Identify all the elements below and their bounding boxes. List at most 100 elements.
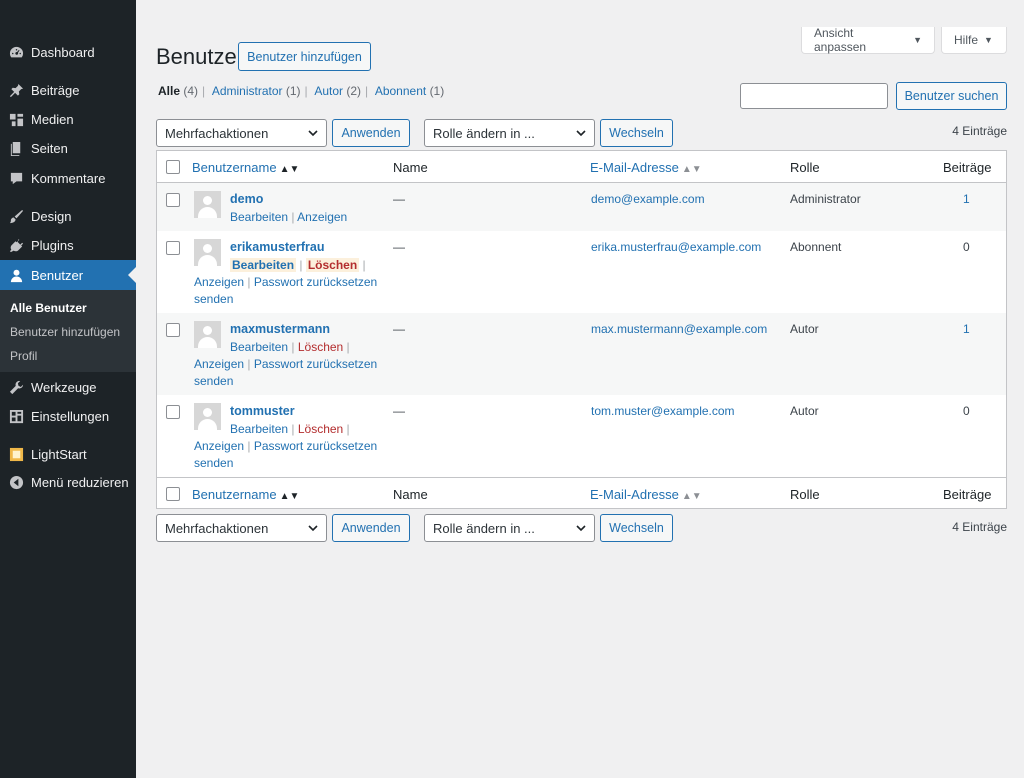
sidebar-item-media[interactable]: Medien bbox=[0, 104, 136, 134]
reset-password-link-send[interactable]: senden bbox=[194, 374, 233, 388]
username-link[interactable]: tommuster bbox=[230, 404, 295, 418]
sidebar-item-plugins[interactable]: Plugins bbox=[0, 230, 136, 260]
edit-link[interactable]: Bearbeiten bbox=[230, 210, 288, 224]
screen-options-button[interactable]: Ansicht anpassen ▼ bbox=[801, 26, 935, 54]
sidebar-item-label: Kommentare bbox=[31, 170, 106, 186]
chevron-down-icon bbox=[576, 525, 586, 532]
bulk-action-select-top[interactable]: Mehrfachaktionen bbox=[156, 119, 327, 147]
chevron-down-icon bbox=[308, 130, 318, 137]
select-all-checkbox[interactable] bbox=[166, 160, 180, 174]
brush-icon bbox=[8, 208, 24, 224]
name-cell: — bbox=[393, 404, 405, 418]
row-checkbox[interactable] bbox=[166, 193, 180, 207]
filter-author[interactable]: Autor (2) bbox=[314, 84, 361, 98]
reset-password-link[interactable]: Passwort zurücksetzen bbox=[254, 357, 377, 371]
column-footer-posts: Beiträge bbox=[943, 487, 992, 502]
item-count-bottom: 4 Einträge bbox=[952, 520, 1007, 534]
submenu-item-add-user[interactable]: Benutzer hinzufügen bbox=[0, 320, 136, 344]
submenu-item-profile[interactable]: Profil bbox=[0, 344, 136, 368]
row-actions: Bearbeiten | Löschen | Anzeigen | Passwo… bbox=[194, 340, 378, 388]
plug-icon bbox=[8, 237, 24, 253]
page-title: Benutzer bbox=[156, 44, 245, 69]
sidebar-collapse-button[interactable]: Menü reduzieren bbox=[0, 467, 136, 497]
search-users-button[interactable]: Benutzer suchen bbox=[896, 82, 1007, 110]
change-role-button-bottom[interactable]: Wechseln bbox=[600, 514, 673, 542]
role-cell: Administrator bbox=[790, 192, 861, 206]
edit-link[interactable]: Bearbeiten bbox=[230, 258, 297, 272]
sidebar-item-label: Medien bbox=[31, 111, 74, 127]
sidebar-item-posts[interactable]: Beiträge bbox=[0, 75, 136, 105]
sidebar-item-pages[interactable]: Seiten bbox=[0, 133, 136, 163]
submenu-item-all-users[interactable]: Alle Benutzer bbox=[0, 296, 136, 320]
row-checkbox[interactable] bbox=[166, 241, 180, 255]
delete-link[interactable]: Löschen bbox=[305, 258, 360, 272]
select-value: Rolle ändern in ... bbox=[433, 125, 535, 141]
sidebar-item-label: Werkzeuge bbox=[31, 379, 97, 395]
row-checkbox[interactable] bbox=[166, 405, 180, 419]
sidebar-item-settings[interactable]: Einstellungen bbox=[0, 401, 136, 431]
reset-password-link-send[interactable]: senden bbox=[194, 292, 233, 306]
email-link[interactable]: max.mustermann@example.com bbox=[591, 322, 767, 336]
sort-icon: ▲▼ bbox=[681, 491, 702, 502]
sidebar-item-lightstart[interactable]: LightStart bbox=[0, 439, 136, 469]
add-user-button[interactable]: Benutzer hinzufügen bbox=[238, 42, 371, 71]
sidebar-item-design[interactable]: Design bbox=[0, 201, 136, 231]
view-link[interactable]: Anzeigen bbox=[194, 439, 244, 453]
sidebar-item-label: Beiträge bbox=[31, 82, 80, 98]
filter-subscriber[interactable]: Abonnent (1) bbox=[375, 84, 444, 98]
select-all-checkbox-footer[interactable] bbox=[166, 487, 180, 501]
filter-all[interactable]: Alle (4) bbox=[158, 84, 198, 98]
email-link[interactable]: demo@example.com bbox=[591, 192, 705, 206]
apply-button-top[interactable]: Anwenden bbox=[332, 119, 410, 147]
table-row: tommuster Bearbeiten | Löschen | Anzeige… bbox=[157, 395, 1006, 477]
help-button[interactable]: Hilfe ▼ bbox=[941, 27, 1007, 54]
column-header-username[interactable]: Benutzername ▲▼ bbox=[192, 160, 299, 175]
view-link[interactable]: Anzeigen bbox=[297, 210, 347, 224]
email-link[interactable]: tom.muster@example.com bbox=[591, 404, 735, 418]
edit-link[interactable]: Bearbeiten bbox=[230, 340, 288, 354]
table-row: maxmustermann Bearbeiten | Löschen | Anz… bbox=[157, 313, 1006, 395]
column-header-role: Rolle bbox=[790, 160, 820, 175]
column-footer-username[interactable]: Benutzername ▲▼ bbox=[192, 487, 299, 502]
item-count-top: 4 Einträge bbox=[952, 124, 1007, 138]
search-input[interactable] bbox=[740, 83, 888, 109]
sidebar-item-tools[interactable]: Werkzeuge bbox=[0, 372, 136, 402]
name-cell: — bbox=[393, 192, 405, 206]
sidebar-item-label: Menü reduzieren bbox=[31, 474, 129, 490]
apply-button-bottom[interactable]: Anwenden bbox=[332, 514, 410, 542]
screen-options-label: Ansicht anpassen bbox=[814, 26, 867, 54]
username-link[interactable]: maxmustermann bbox=[230, 322, 330, 336]
name-cell: — bbox=[393, 240, 405, 254]
change-role-button-top[interactable]: Wechseln bbox=[600, 119, 673, 147]
admin-sidebar: Dashboard Beiträge Medien Seiten Komment… bbox=[0, 0, 136, 778]
settings-icon bbox=[8, 408, 24, 424]
column-footer-email[interactable]: E-Mail-Adresse ▲▼ bbox=[590, 487, 702, 502]
email-link[interactable]: erika.musterfrau@example.com bbox=[591, 240, 761, 254]
sort-icon: ▲▼ bbox=[681, 164, 702, 175]
reset-password-link[interactable]: Passwort zurücksetzen bbox=[254, 439, 377, 453]
view-link[interactable]: Anzeigen bbox=[194, 357, 244, 371]
role-change-select-bottom[interactable]: Rolle ändern in ... bbox=[424, 514, 595, 542]
row-checkbox[interactable] bbox=[166, 323, 180, 337]
posts-count-link[interactable]: 1 bbox=[963, 192, 970, 206]
sidebar-item-users[interactable]: Benutzer bbox=[0, 260, 136, 290]
filter-administrator[interactable]: Administrator (1) bbox=[212, 84, 301, 98]
role-change-select-top[interactable]: Rolle ändern in ... bbox=[424, 119, 595, 147]
delete-link[interactable]: Löschen bbox=[298, 422, 343, 436]
posts-count-link[interactable]: 1 bbox=[963, 322, 970, 336]
username-link[interactable]: erikamusterfrau bbox=[230, 240, 325, 254]
sidebar-item-dashboard[interactable]: Dashboard bbox=[0, 37, 136, 67]
column-header-email[interactable]: E-Mail-Adresse ▲▼ bbox=[590, 160, 702, 175]
edit-link[interactable]: Bearbeiten bbox=[230, 422, 288, 436]
reset-password-link[interactable]: Passwort zurücksetzen bbox=[254, 275, 377, 289]
bulk-action-select-bottom[interactable]: Mehrfachaktionen bbox=[156, 514, 327, 542]
delete-link[interactable]: Löschen bbox=[298, 340, 343, 354]
row-actions: Bearbeiten | Anzeigen bbox=[230, 210, 348, 224]
table-row: demo Bearbeiten | Anzeigen — demo@exampl… bbox=[157, 183, 1006, 231]
sidebar-item-label: Einstellungen bbox=[31, 408, 110, 424]
sidebar-item-comments[interactable]: Kommentare bbox=[0, 163, 136, 193]
posts-count: 0 bbox=[963, 404, 970, 418]
username-link[interactable]: demo bbox=[230, 192, 263, 206]
reset-password-link-send[interactable]: senden bbox=[194, 456, 233, 470]
view-link[interactable]: Anzeigen bbox=[194, 275, 244, 289]
